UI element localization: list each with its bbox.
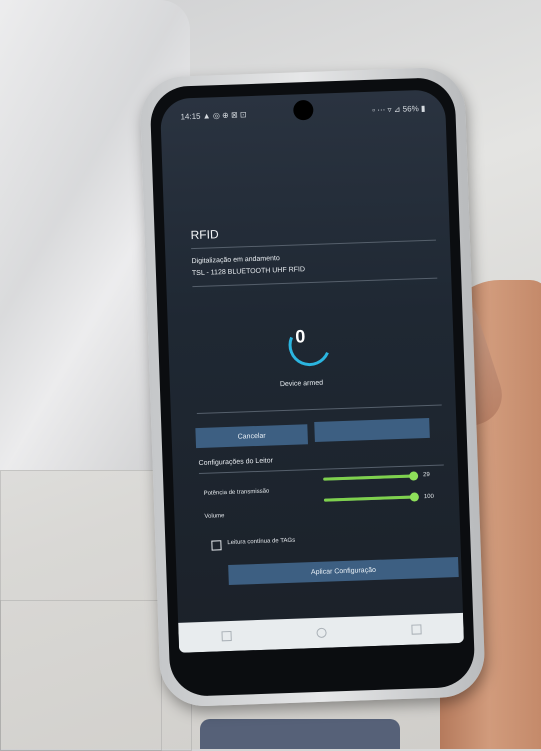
- cancel-button[interactable]: Cancelar: [195, 424, 308, 449]
- power-slider-fill: [323, 474, 416, 481]
- phone: 14:15 ▲ ◎ ⊕ ⊠ ⊡ ▫ ⋯ ▿ ⊿ 56% ▮ RFID Digit…: [139, 66, 486, 708]
- status-time: 14:15 ▲ ◎ ⊕ ⊠ ⊡: [180, 110, 247, 122]
- power-slider-thumb[interactable]: [409, 471, 419, 481]
- device-status: Device armed: [279, 379, 324, 389]
- status-icons: ▫ ⋯ ▿ ⊿ 56% ▮: [372, 103, 426, 115]
- power-value: 29: [423, 471, 430, 479]
- divider: [198, 464, 444, 475]
- divider: [191, 239, 436, 250]
- volume-label: Volume: [204, 513, 225, 520]
- page-title: RFID: [190, 227, 219, 243]
- progress-spinner: [282, 317, 337, 373]
- phone-screen: 14:15 ▲ ◎ ⊕ ⊠ ⊡ ▫ ⋯ ▿ ⊿ 56% ▮ RFID Digit…: [159, 89, 465, 653]
- recent-apps-icon[interactable]: [220, 630, 232, 642]
- divider: [192, 277, 438, 288]
- floor-tile: [0, 600, 162, 751]
- volume-slider-fill: [323, 495, 416, 502]
- reader-name: TSL - 1128 BLUETOOTH UHF RFID: [191, 266, 306, 278]
- jeans: [200, 719, 400, 749]
- settings-title: Configurações do Leitor: [198, 457, 274, 468]
- apply-settings-button[interactable]: Aplicar Configuração: [228, 557, 459, 586]
- navigation-bar: [178, 612, 465, 653]
- volume-slider-thumb[interactable]: [409, 492, 420, 502]
- volume-slider[interactable]: [323, 492, 420, 502]
- scan-status: Digitalização em andamento: [191, 255, 280, 266]
- back-icon[interactable]: [410, 624, 422, 635]
- tag-count: 0: [294, 326, 306, 347]
- phone-body: 14:15 ▲ ◎ ⊕ ⊠ ⊡ ▫ ⋯ ▿ ⊿ 56% ▮ RFID Digit…: [149, 76, 476, 698]
- divider: [196, 404, 442, 415]
- continuous-read-label: Leitura contínua de TAGs: [227, 537, 296, 547]
- power-label: Potência de transmissão: [203, 488, 270, 497]
- continuous-read-checkbox[interactable]: [211, 540, 222, 551]
- power-slider[interactable]: [323, 471, 419, 481]
- secondary-button[interactable]: [314, 417, 430, 442]
- volume-value: 100: [423, 493, 435, 501]
- home-icon[interactable]: [315, 627, 327, 639]
